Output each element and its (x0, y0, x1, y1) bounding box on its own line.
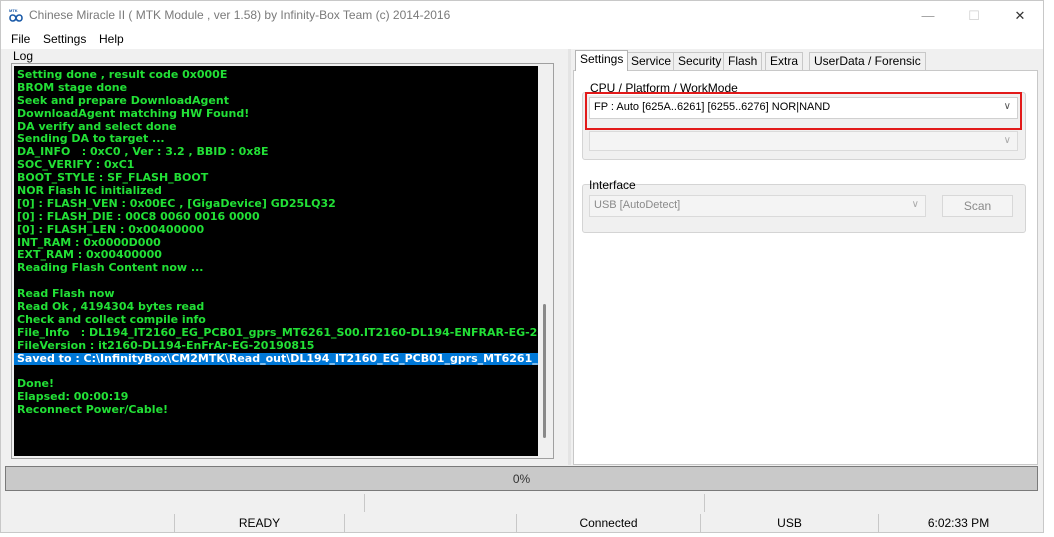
menu-help[interactable]: Help (99, 32, 124, 46)
status-time: 6:02:33 PM (927, 516, 990, 530)
panel-splitter[interactable] (568, 49, 571, 465)
status-port: USB (701, 514, 879, 532)
log-line: [0] : FLASH_LEN : 0x00400000 (17, 222, 205, 236)
close-icon: ✕ (1014, 7, 1026, 23)
log-line: Saved to : C:\InfinityBox\CM2MTK\Read_ou… (14, 352, 538, 366)
window-title: Chinese Miracle II ( MTK Module , ver 1.… (29, 8, 451, 22)
log-line: Reading Flash Content now ... (17, 261, 204, 275)
minimize-button[interactable]: — (905, 1, 951, 30)
infinity-logo-icon: MTK (9, 8, 23, 22)
red-highlight-box (585, 92, 1022, 130)
tab-settings[interactable]: Settings (575, 50, 629, 71)
title-bar: MTK Chinese Miracle II ( MTK Module , ve… (1, 1, 1043, 30)
log-line: [0] : FLASH_VEN : 0x00EC , [GigaDevice] … (17, 196, 336, 210)
status-cell-empty (345, 514, 517, 532)
status-row-top (5, 494, 1038, 512)
menu-settings[interactable]: Settings (43, 32, 86, 46)
status-state: READY (175, 514, 345, 532)
tab-service[interactable]: Service (626, 52, 677, 70)
log-line: File_Info : DL194_IT2160_EG_PCB01_gprs_M… (17, 325, 538, 339)
app-window: MTK Chinese Miracle II ( MTK Module , ve… (0, 0, 1044, 533)
chevron-down-icon: ∨ (1003, 135, 1011, 146)
log-line: Read Ok , 4194304 bytes read (17, 300, 205, 314)
chevron-down-icon: ∨ (911, 199, 919, 210)
log-scrollbar[interactable] (539, 66, 551, 456)
log-scroll-thumb[interactable] (543, 304, 546, 438)
maximize-icon: ☐ (968, 7, 980, 23)
log-line: Check and collect compile info (17, 312, 206, 326)
minimize-icon: — (921, 8, 935, 23)
status-cell-empty (5, 494, 365, 512)
tab-userdata-forensic[interactable]: UserData / Forensic (809, 52, 926, 70)
progress-text: 0% (512, 472, 531, 486)
status-cell-empty (5, 514, 175, 532)
log-line: DownloadAgent matching HW Found! (17, 106, 250, 120)
tab-extra[interactable]: Extra (765, 52, 804, 70)
interface-value: USB [AutoDetect] (594, 199, 681, 211)
interface-select[interactable]: USB [AutoDetect] ∨ (589, 195, 926, 217)
status-bar: READY Connected USB 6:02:33 PM (5, 514, 1038, 532)
status-connection: Connected (517, 514, 701, 532)
log-output[interactable]: Setting done , result code 0x000E BROM st… (14, 66, 538, 456)
progress-bar: 0% (5, 466, 1038, 491)
log-line: BROM stage done (17, 80, 128, 94)
log-line: Reconnect Power/Cable! (17, 403, 169, 417)
log-line: Seek and prepare DownloadAgent (17, 93, 229, 107)
log-line: NOR Flash IC initialized (17, 184, 162, 198)
status-cell-empty (705, 494, 1038, 512)
menu-bar: File Settings Help (1, 30, 1043, 49)
workmode-select[interactable]: ∨ (589, 131, 1018, 151)
tab-security[interactable]: Security (673, 52, 727, 70)
interface-group-label: Interface (589, 178, 636, 192)
menu-file[interactable]: File (11, 32, 30, 46)
close-button[interactable]: ✕ (997, 1, 1043, 30)
settings-panel: CPU / Platform / WorkMode FP : Auto [625… (573, 70, 1038, 465)
log-line: FileVersion : it2160-DL194-EnFrAr-EG-201… (17, 338, 315, 352)
log-label: Log (13, 49, 34, 63)
tab-flash[interactable]: Flash (723, 52, 763, 70)
log-frame: Setting done , result code 0x000E BROM st… (11, 63, 554, 459)
scan-button[interactable]: Scan (942, 195, 1013, 217)
log-line: [0] : FLASH_DIE : 00C8 0060 0016 0000 (17, 209, 260, 223)
log-line: Setting done , result code 0x000E (17, 68, 228, 81)
maximize-button[interactable]: ☐ (951, 1, 997, 30)
status-cell-empty (365, 494, 705, 512)
svg-text:MTK: MTK (9, 8, 18, 13)
